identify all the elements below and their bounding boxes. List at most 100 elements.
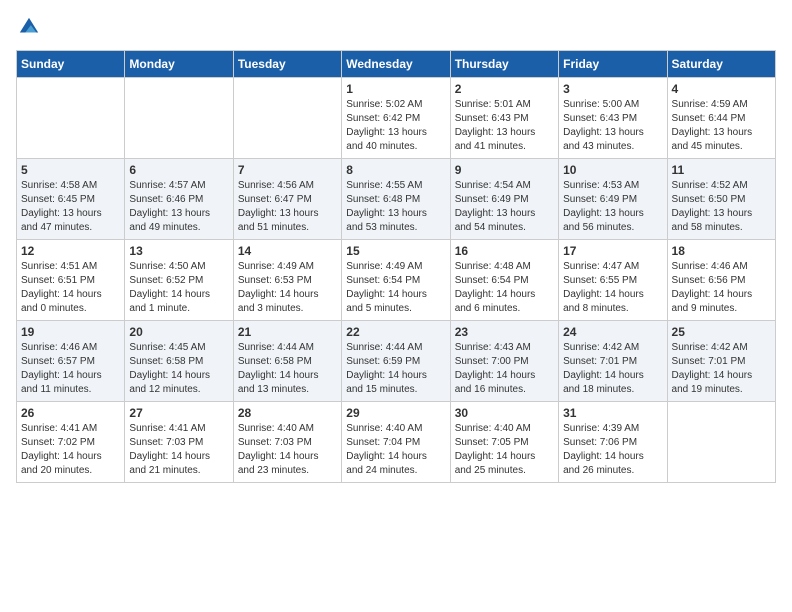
day-info: Sunrise: 4:46 AMSunset: 6:57 PMDaylight:…: [21, 341, 120, 397]
calendar-week-3: 19Sunrise: 4:46 AMSunset: 6:57 PMDayligh…: [17, 321, 776, 402]
calendar-cell: 3 Sunrise: 5:00 AMSunset: 6:43 PMDaylight…: [559, 78, 667, 159]
calendar-cell: 23 Sunrise: 4:43 AMSunset: 7:00 PMDayligh…: [450, 321, 558, 402]
calendar-cell: 10 Sunrise: 4:53 AMSunset: 6:49 PMDayligh…: [559, 159, 667, 240]
day-number: 11: [672, 163, 771, 177]
calendar-cell: [125, 78, 233, 159]
calendar-header-tuesday: Tuesday: [233, 51, 341, 78]
day-info: Sunrise: 4:44 AMSunset: 6:58 PMDaylight:…: [238, 341, 337, 397]
calendar-cell: 29 Sunrise: 4:40 AMSunset: 7:04 PMDayligh…: [342, 402, 450, 483]
calendar-week-0: 1 Sunrise: 5:02 AMSunset: 6:42 PMDaylight…: [17, 78, 776, 159]
calendar-cell: 14 Sunrise: 4:49 AMSunset: 6:53 PMDayligh…: [233, 240, 341, 321]
logo: [16, 16, 40, 38]
day-number: 27: [129, 406, 228, 420]
day-info: Sunrise: 5:00 AMSunset: 6:43 PMDaylight:…: [563, 98, 662, 154]
calendar-cell: 5 Sunrise: 4:58 AMSunset: 6:45 PMDaylight…: [17, 159, 125, 240]
calendar-cell: 17 Sunrise: 4:47 AMSunset: 6:55 PMDayligh…: [559, 240, 667, 321]
day-info: Sunrise: 4:43 AMSunset: 7:00 PMDaylight:…: [455, 341, 554, 397]
day-number: 7: [238, 163, 337, 177]
calendar-cell: 1 Sunrise: 5:02 AMSunset: 6:42 PMDaylight…: [342, 78, 450, 159]
day-info: Sunrise: 4:40 AMSunset: 7:04 PMDaylight:…: [346, 422, 445, 478]
day-info: Sunrise: 4:49 AMSunset: 6:53 PMDaylight:…: [238, 260, 337, 316]
calendar-cell: 11 Sunrise: 4:52 AMSunset: 6:50 PMDayligh…: [667, 159, 775, 240]
day-info: Sunrise: 4:52 AMSunset: 6:50 PMDaylight:…: [672, 179, 771, 235]
day-info: Sunrise: 4:58 AMSunset: 6:45 PMDaylight:…: [21, 179, 120, 235]
day-info: Sunrise: 4:53 AMSunset: 6:49 PMDaylight:…: [563, 179, 662, 235]
calendar-cell: 2Sunrise: 5:01 AMSunset: 6:43 PMDaylight…: [450, 78, 558, 159]
calendar-cell: 24Sunrise: 4:42 AMSunset: 7:01 PMDayligh…: [559, 321, 667, 402]
day-number: 28: [238, 406, 337, 420]
day-number: 24: [563, 325, 662, 339]
day-number: 15: [346, 244, 445, 258]
day-info: Sunrise: 4:47 AMSunset: 6:55 PMDaylight:…: [563, 260, 662, 316]
calendar-cell: 20Sunrise: 4:45 AMSunset: 6:58 PMDayligh…: [125, 321, 233, 402]
day-info: Sunrise: 4:41 AMSunset: 7:03 PMDaylight:…: [129, 422, 228, 478]
day-number: 6: [129, 163, 228, 177]
day-info: Sunrise: 5:02 AMSunset: 6:42 PMDaylight:…: [346, 98, 445, 154]
day-info: Sunrise: 4:40 AMSunset: 7:03 PMDaylight:…: [238, 422, 337, 478]
day-info: Sunrise: 4:40 AMSunset: 7:05 PMDaylight:…: [455, 422, 554, 478]
calendar-cell: 21 Sunrise: 4:44 AMSunset: 6:58 PMDayligh…: [233, 321, 341, 402]
calendar-cell: [667, 402, 775, 483]
calendar-header-friday: Friday: [559, 51, 667, 78]
calendar-header-saturday: Saturday: [667, 51, 775, 78]
day-info: Sunrise: 4:39 AMSunset: 7:06 PMDaylight:…: [563, 422, 662, 478]
day-number: 26: [21, 406, 120, 420]
calendar-week-2: 12 Sunrise: 4:51 AMSunset: 6:51 PMDayligh…: [17, 240, 776, 321]
day-number: 5: [21, 163, 120, 177]
calendar-header-sunday: Sunday: [17, 51, 125, 78]
calendar-cell: 15 Sunrise: 4:49 AMSunset: 6:54 PMDayligh…: [342, 240, 450, 321]
day-number: 9: [455, 163, 554, 177]
calendar-cell: 6Sunrise: 4:57 AMSunset: 6:46 PMDaylight…: [125, 159, 233, 240]
day-number: 10: [563, 163, 662, 177]
calendar-cell: 13 Sunrise: 4:50 AMSunset: 6:52 PMDayligh…: [125, 240, 233, 321]
calendar-cell: 25Sunrise: 4:42 AMSunset: 7:01 PMDayligh…: [667, 321, 775, 402]
calendar-cell: 28 Sunrise: 4:40 AMSunset: 7:03 PMDayligh…: [233, 402, 341, 483]
day-info: Sunrise: 4:54 AMSunset: 6:49 PMDaylight:…: [455, 179, 554, 235]
calendar-cell: [233, 78, 341, 159]
logo-icon: [18, 16, 40, 38]
day-number: 12: [21, 244, 120, 258]
calendar-cell: 16 Sunrise: 4:48 AMSunset: 6:54 PMDayligh…: [450, 240, 558, 321]
calendar-header-monday: Monday: [125, 51, 233, 78]
calendar-cell: 8 Sunrise: 4:55 AMSunset: 6:48 PMDaylight…: [342, 159, 450, 240]
day-number: 18: [672, 244, 771, 258]
calendar-cell: 18Sunrise: 4:46 AMSunset: 6:56 PMDayligh…: [667, 240, 775, 321]
calendar-cell: 12 Sunrise: 4:51 AMSunset: 6:51 PMDayligh…: [17, 240, 125, 321]
day-info: Sunrise: 4:55 AMSunset: 6:48 PMDaylight:…: [346, 179, 445, 235]
day-info: Sunrise: 4:44 AMSunset: 6:59 PMDaylight:…: [346, 341, 445, 397]
day-number: 22: [346, 325, 445, 339]
day-number: 17: [563, 244, 662, 258]
calendar-cell: 22 Sunrise: 4:44 AMSunset: 6:59 PMDayligh…: [342, 321, 450, 402]
day-info: Sunrise: 4:49 AMSunset: 6:54 PMDaylight:…: [346, 260, 445, 316]
day-number: 13: [129, 244, 228, 258]
calendar-cell: 19Sunrise: 4:46 AMSunset: 6:57 PMDayligh…: [17, 321, 125, 402]
day-info: Sunrise: 4:56 AMSunset: 6:47 PMDaylight:…: [238, 179, 337, 235]
day-number: 29: [346, 406, 445, 420]
day-info: Sunrise: 4:50 AMSunset: 6:52 PMDaylight:…: [129, 260, 228, 316]
day-number: 16: [455, 244, 554, 258]
day-number: 2: [455, 82, 554, 96]
calendar-cell: 7 Sunrise: 4:56 AMSunset: 6:47 PMDaylight…: [233, 159, 341, 240]
calendar-cell: 31Sunrise: 4:39 AMSunset: 7:06 PMDayligh…: [559, 402, 667, 483]
day-info: Sunrise: 4:41 AMSunset: 7:02 PMDaylight:…: [21, 422, 120, 478]
day-number: 21: [238, 325, 337, 339]
calendar-cell: 4Sunrise: 4:59 AMSunset: 6:44 PMDaylight…: [667, 78, 775, 159]
calendar-cell: 27 Sunrise: 4:41 AMSunset: 7:03 PMDayligh…: [125, 402, 233, 483]
day-info: Sunrise: 4:48 AMSunset: 6:54 PMDaylight:…: [455, 260, 554, 316]
day-number: 1: [346, 82, 445, 96]
calendar-cell: 9 Sunrise: 4:54 AMSunset: 6:49 PMDaylight…: [450, 159, 558, 240]
day-number: 30: [455, 406, 554, 420]
calendar-cell: [17, 78, 125, 159]
calendar-cell: 26 Sunrise: 4:41 AMSunset: 7:02 PMDayligh…: [17, 402, 125, 483]
calendar-week-1: 5 Sunrise: 4:58 AMSunset: 6:45 PMDaylight…: [17, 159, 776, 240]
calendar: SundayMondayTuesdayWednesdayThursdayFrid…: [16, 50, 776, 483]
day-number: 23: [455, 325, 554, 339]
calendar-header-thursday: Thursday: [450, 51, 558, 78]
calendar-header-wednesday: Wednesday: [342, 51, 450, 78]
day-info: Sunrise: 4:51 AMSunset: 6:51 PMDaylight:…: [21, 260, 120, 316]
day-number: 14: [238, 244, 337, 258]
day-number: 3: [563, 82, 662, 96]
page-header: [16, 16, 776, 38]
day-number: 8: [346, 163, 445, 177]
calendar-header-row: SundayMondayTuesdayWednesdayThursdayFrid…: [17, 51, 776, 78]
